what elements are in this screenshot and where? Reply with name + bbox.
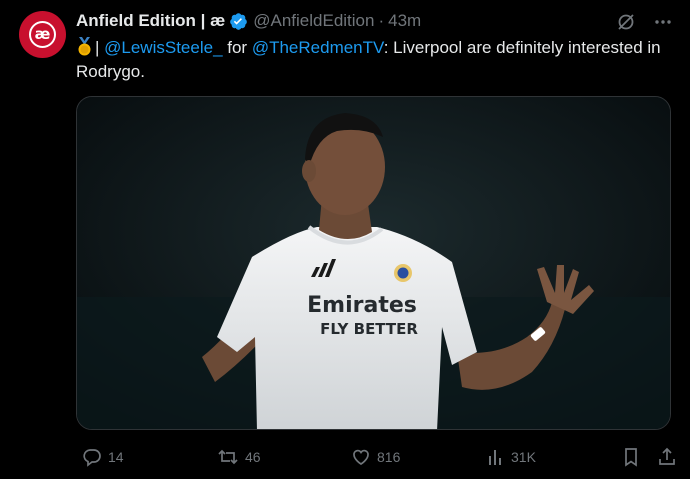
handle[interactable]: @AnfieldEdition xyxy=(253,11,374,31)
timestamp[interactable]: 43m xyxy=(388,11,421,31)
display-name[interactable]: Anfield Edition | æ xyxy=(76,11,225,31)
mention-theredmentv[interactable]: @TheRedmenTV xyxy=(252,38,384,57)
repost-count: 46 xyxy=(245,449,261,465)
views-icon xyxy=(487,447,505,467)
like-button[interactable]: 816 xyxy=(345,445,400,469)
views-button[interactable]: 31K xyxy=(481,445,536,469)
like-count: 816 xyxy=(377,449,401,465)
reply-count: 14 xyxy=(108,449,124,465)
reply-icon xyxy=(82,447,102,467)
tweet-image[interactable]: Emirates FLY BETTER xyxy=(76,96,671,430)
bookmark-button[interactable] xyxy=(616,445,640,469)
top-actions xyxy=(616,12,672,32)
repost-icon xyxy=(217,447,239,467)
bookmark-icon xyxy=(622,447,640,467)
action-bar: 14 46 816 31K xyxy=(76,445,676,469)
reply-button[interactable]: 14 xyxy=(76,445,124,469)
verified-badge-icon xyxy=(229,12,248,31)
like-icon xyxy=(351,447,371,467)
share-button[interactable] xyxy=(651,445,677,469)
shirt-sponsor-line1: Emirates xyxy=(307,293,417,318)
tweet: æ Anfield Edition | æ @AnfieldEdition · … xyxy=(0,0,690,479)
avatar[interactable]: æ xyxy=(19,11,66,58)
shirt-sponsor-line2: FLY BETTER xyxy=(320,320,418,338)
grok-icon[interactable] xyxy=(616,12,636,32)
tweet-header: Anfield Edition | æ @AnfieldEdition · 43… xyxy=(76,10,421,32)
text-middle: for xyxy=(222,38,252,57)
avatar-logo: æ xyxy=(29,21,56,48)
text-prefix: | xyxy=(95,38,105,57)
mention-lewissteele[interactable]: @LewisSteele_ xyxy=(104,38,222,57)
more-icon[interactable] xyxy=(654,13,672,31)
tweet-text: | @LewisSteele_ for @TheRedmenTV: Liverp… xyxy=(76,36,666,84)
avatar-glyph: æ xyxy=(34,25,51,43)
separator-dot: · xyxy=(378,11,385,30)
share-icon xyxy=(657,447,677,467)
medal-icon xyxy=(76,37,93,56)
repost-button[interactable]: 46 xyxy=(211,445,261,469)
views-count: 31K xyxy=(511,449,536,465)
